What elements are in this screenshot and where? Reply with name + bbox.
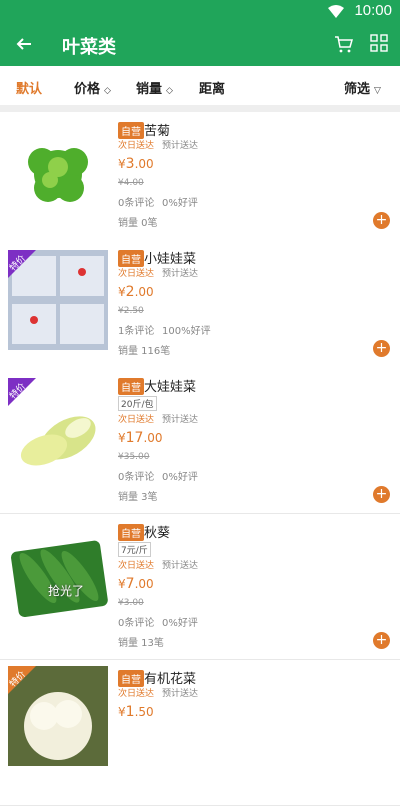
currency-symbol: ¥	[118, 157, 126, 171]
ship-estimate: 预计送达	[162, 141, 199, 151]
ship-estimate: 预计送达	[162, 415, 199, 425]
product-image	[8, 122, 108, 222]
product-item[interactable]: 特价 自营 小娃娃菜 次日送达 预计送达 ¥2.00 ¥2.50 1条评论 10…	[0, 240, 400, 386]
self-operated-badge: 自营	[118, 670, 144, 687]
product-name: 大娃娃菜	[144, 380, 197, 395]
sort-price-label: 价格	[74, 82, 101, 97]
grid-view-icon[interactable]	[370, 34, 388, 52]
price-integer: 2	[125, 284, 135, 300]
sort-default[interactable]: 默认	[16, 78, 42, 97]
sort-arrows-icon: ◇	[166, 86, 173, 96]
original-price: ¥4.00	[118, 178, 144, 188]
sold-out-label: 抢光了	[48, 584, 85, 598]
product-price: ¥17.00	[118, 430, 163, 446]
sales-count: 销量 0笔	[118, 218, 158, 229]
add-to-cart-button[interactable]: +	[373, 212, 390, 229]
positive-rate: 0%好评	[162, 618, 198, 629]
comment-count: 0条评论	[118, 618, 155, 629]
product-price: ¥7.00	[118, 576, 154, 592]
product-name: 有机花菜	[144, 672, 197, 687]
sort-distance[interactable]: 距离	[199, 78, 225, 97]
status-bar: 10:00	[0, 0, 400, 24]
sales-count: 销量 13笔	[118, 638, 164, 649]
self-operated-badge: 自营	[118, 122, 144, 139]
sort-price[interactable]: 价格 ◇	[74, 78, 111, 97]
currency-symbol: ¥	[118, 705, 126, 719]
cart-icon[interactable]	[334, 34, 354, 54]
delivery-tag: 次日送达	[118, 269, 155, 279]
currency-symbol: ¥	[118, 577, 126, 591]
ship-estimate: 预计送达	[162, 689, 199, 699]
price-integer: 17	[125, 430, 144, 446]
product-image: 特价	[8, 250, 108, 350]
comment-count: 0条评论	[118, 472, 155, 483]
add-to-cart-button[interactable]: +	[373, 486, 390, 503]
status-time: 10:00	[354, 2, 392, 19]
funnel-icon: ▽	[374, 86, 381, 96]
product-item[interactable]: 特价 自营 大娃娃菜 20斤/包 次日送达 预计送达 ¥17.00 ¥35.00…	[0, 368, 400, 514]
price-decimal: .50	[134, 705, 154, 719]
delivery-tag: 次日送达	[118, 415, 155, 425]
delivery-tag: 次日送达	[118, 561, 155, 571]
self-operated-badge: 自营	[118, 250, 144, 267]
product-price: ¥1.50	[118, 704, 154, 720]
product-name: 小娃娃菜	[144, 252, 197, 267]
add-to-cart-button[interactable]: +	[373, 632, 390, 649]
delivery-tag: 次日送达	[118, 689, 155, 699]
comment-count: 1条评论	[118, 326, 155, 337]
comment-count: 0条评论	[118, 198, 155, 209]
product-image: 特价	[8, 378, 108, 478]
price-decimal: .00	[134, 157, 154, 171]
price-integer: 3	[125, 156, 135, 172]
ship-estimate: 预计送达	[162, 269, 199, 279]
app-bar: 叶菜类	[0, 24, 400, 66]
filter-label: 筛选	[344, 82, 371, 97]
sort-filter-bar: 默认 价格 ◇ 销量 ◇ 距离 筛选 ▽	[0, 66, 400, 106]
sort-arrows-icon: ◇	[104, 86, 111, 96]
product-image: 抢光了	[8, 526, 108, 626]
product-item[interactable]: 自营 苦菊 次日送达 预计送达 ¥3.00 ¥4.00 0条评论 0%好评 销量…	[0, 112, 400, 258]
original-price: ¥2.50	[118, 306, 144, 316]
add-to-cart-button[interactable]: +	[373, 340, 390, 357]
product-price: ¥2.00	[118, 284, 154, 300]
positive-rate: 0%好评	[162, 198, 198, 209]
price-integer: 1	[125, 704, 135, 720]
ship-estimate: 预计送达	[162, 561, 199, 571]
positive-rate: 100%好评	[162, 326, 211, 337]
self-operated-badge: 自营	[118, 378, 144, 395]
delivery-tag: 次日送达	[118, 141, 155, 151]
product-item[interactable]: 抢光了 自营 秋葵 7元/斤 次日送达 预计送达 ¥7.00 ¥3.00 0条评…	[0, 514, 400, 660]
sales-count: 销量 116笔	[118, 346, 171, 357]
positive-rate: 0%好评	[162, 472, 198, 483]
back-arrow-icon[interactable]	[14, 34, 34, 54]
price-decimal: .00	[143, 431, 163, 445]
price-integer: 7	[125, 576, 135, 592]
currency-symbol: ¥	[118, 431, 126, 445]
sort-sales-label: 销量	[136, 82, 163, 97]
currency-symbol: ¥	[118, 285, 126, 299]
price-decimal: .00	[134, 285, 154, 299]
original-price: ¥35.00	[118, 452, 150, 462]
filter-button[interactable]: 筛选 ▽	[344, 78, 381, 97]
product-name: 苦菊	[144, 124, 171, 139]
sort-sales[interactable]: 销量 ◇	[136, 78, 173, 97]
product-name: 秋葵	[144, 526, 171, 541]
product-spec: 7元/斤	[118, 542, 151, 557]
product-price: ¥3.00	[118, 156, 154, 172]
page-title: 叶菜类	[62, 37, 116, 58]
price-decimal: .00	[134, 577, 154, 591]
product-spec: 20斤/包	[118, 396, 157, 411]
original-price: ¥3.00	[118, 598, 144, 608]
sales-count: 销量 3笔	[118, 492, 158, 503]
wifi-icon	[328, 5, 344, 18]
product-image: 特价	[8, 666, 108, 766]
product-item[interactable]: 特价 自营 有机花菜 次日送达 预计送达 ¥1.50	[0, 660, 400, 806]
self-operated-badge: 自营	[118, 524, 144, 541]
